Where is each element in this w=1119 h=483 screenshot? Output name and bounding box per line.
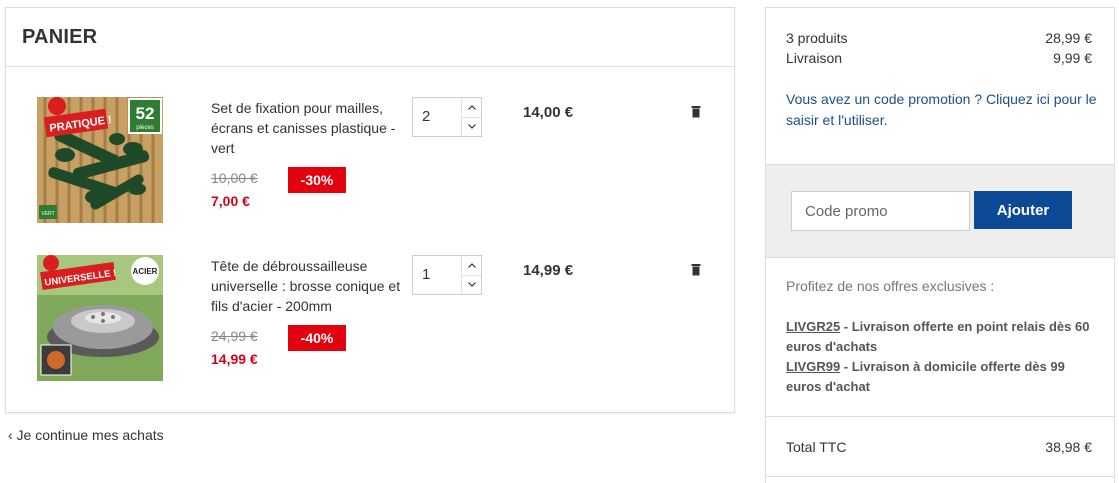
offer-item: LIVGR25 - Livraison offerte en point rel… [786, 317, 1101, 357]
trash-icon[interactable] [691, 263, 701, 276]
image-count-unit: pièces [136, 125, 153, 131]
continue-shopping-link[interactable]: ‹ Je continue mes achats [8, 427, 164, 443]
divider [766, 476, 1114, 477]
add-promo-button[interactable]: Ajouter [974, 191, 1072, 229]
new-price: 14,99 € [211, 351, 258, 367]
products-label: 3 produits [786, 30, 848, 46]
stepper-buttons [461, 256, 481, 294]
chevron-up-icon[interactable] [462, 256, 481, 276]
product-name[interactable]: Set de fixation pour mailles, écrans et … [211, 98, 406, 158]
trash-icon[interactable] [691, 105, 701, 118]
shipping-value: 9,99 € [1053, 50, 1092, 66]
quantity-input[interactable]: 2 [413, 98, 461, 136]
product-image[interactable]: PRATIQUE ! 52 pièces VERT [37, 97, 163, 223]
offer-item: LIVGR99 - Livraison à domicile offerte d… [786, 357, 1101, 397]
discount-badge: -40% [288, 325, 346, 351]
new-price: 7,00 € [211, 193, 250, 209]
products-row: 3 produits 28,99 € [786, 30, 1092, 46]
promo-code-form: Ajouter [766, 164, 1114, 258]
stepper-buttons [461, 98, 481, 136]
image-corner-text: ACIER [133, 267, 158, 276]
cart-item: PRATIQUE ! 52 pièces VERT Set de fixatio… [6, 97, 734, 225]
offer-code[interactable]: LIVGR99 [786, 359, 840, 374]
total-label: Total TTC [786, 439, 847, 455]
total-row: Total TTC 38,98 € [786, 439, 1092, 455]
old-price: 10,00 € [211, 170, 258, 186]
chevron-down-icon[interactable] [462, 118, 481, 137]
promo-code-input[interactable] [791, 191, 970, 231]
quantity-input[interactable]: 1 [413, 256, 461, 294]
chevron-up-icon[interactable] [462, 98, 481, 118]
cart-item: UNIVERSELLE ! ACIER Tête de débroussaill… [6, 255, 734, 383]
cart-header: PANIER [6, 8, 734, 67]
total-value: 38,98 € [1045, 439, 1092, 455]
cart-page: PANIER PRATIQUE ! 52 pièces VERT Set de … [0, 0, 1119, 483]
order-summary: 3 produits 28,99 € Livraison 9,99 € Vous… [765, 7, 1115, 483]
promo-code-link[interactable]: Vous avez un code promotion ? Cliquez ic… [786, 89, 1111, 131]
offer-code[interactable]: LIVGR25 [786, 319, 840, 334]
quantity-stepper: 1 [412, 255, 482, 295]
image-count-text: 52 [136, 104, 155, 123]
divider [766, 416, 1114, 417]
discount-badge: -30% [288, 167, 346, 193]
chevron-down-icon[interactable] [462, 276, 481, 295]
image-corner-text: VERT [41, 211, 54, 217]
line-total: 14,99 € [523, 262, 574, 279]
old-price: 24,99 € [211, 328, 258, 344]
products-value: 28,99 € [1045, 30, 1092, 46]
product-name[interactable]: Tête de débroussailleuse universelle : b… [211, 256, 406, 316]
shipping-row: Livraison 9,99 € [786, 50, 1092, 66]
cart-panel: PANIER PRATIQUE ! 52 pièces VERT Set de … [5, 7, 735, 413]
shipping-label: Livraison [786, 50, 843, 66]
product-image[interactable]: UNIVERSELLE ! ACIER [37, 255, 163, 381]
offers-title: Profitez de nos offres exclusives : [786, 278, 995, 294]
line-total: 14,00 € [523, 104, 574, 121]
quantity-stepper: 2 [412, 97, 482, 137]
page-title: PANIER [22, 25, 98, 48]
